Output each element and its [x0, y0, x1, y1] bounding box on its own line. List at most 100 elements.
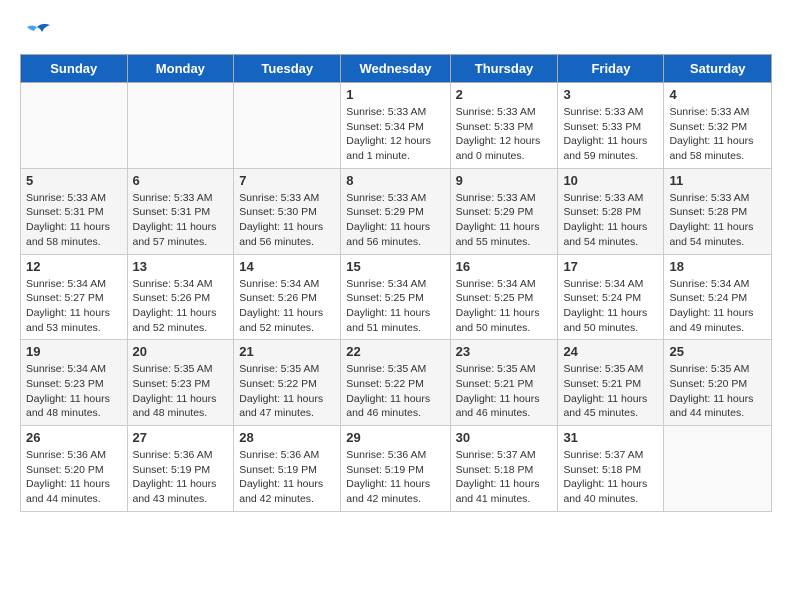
calendar-cell: 7 Sunrise: 5:33 AMSunset: 5:30 PMDaylight… — [234, 168, 341, 254]
calendar-cell: 16Sunrise: 5:34 AMSunset: 5:25 PMDayligh… — [450, 254, 558, 340]
calendar-cell: 17 Sunrise: 5:34 AMSunset: 5:24 PMDayligh… — [558, 254, 664, 340]
day-number: 9 — [456, 173, 553, 188]
header-row: Sunday Monday Tuesday Wednesday Thursday… — [21, 55, 772, 83]
day-info: Sunrise: 5:33 AMSunset: 5:29 PMDaylight:… — [456, 191, 553, 250]
calendar-cell: 10 Sunrise: 5:33 AMSunset: 5:28 PMDayligh… — [558, 168, 664, 254]
calendar-cell: 31 Sunrise: 5:37 AMSunset: 5:18 PMDayligh… — [558, 426, 664, 512]
calendar-cell: 13 Sunrise: 5:34 AMSunset: 5:26 PMDayligh… — [127, 254, 234, 340]
calendar-cell: 3 Sunrise: 5:33 AMSunset: 5:33 PMDaylight… — [558, 83, 664, 169]
calendar-cell: 25 Sunrise: 5:35 AMSunset: 5:20 PMDayligh… — [664, 340, 772, 426]
day-info: Sunrise: 5:34 AMSunset: 5:26 PMDaylight:… — [133, 277, 229, 336]
calendar-cell — [234, 83, 341, 169]
day-number: 22 — [346, 344, 444, 359]
day-info: Sunrise: 5:33 AMSunset: 5:28 PMDaylight:… — [669, 191, 766, 250]
calendar-week-2: 5 Sunrise: 5:33 AMSunset: 5:31 PMDaylight… — [21, 168, 772, 254]
calendar-cell — [664, 426, 772, 512]
day-number: 30 — [456, 430, 553, 445]
calendar-week-1: 1 Sunrise: 5:33 AMSunset: 5:34 PMDaylight… — [21, 83, 772, 169]
day-number: 11 — [669, 173, 766, 188]
day-number: 24 — [563, 344, 658, 359]
calendar-cell: 28 Sunrise: 5:36 AMSunset: 5:19 PMDayligh… — [234, 426, 341, 512]
day-info: Sunrise: 5:33 AMSunset: 5:28 PMDaylight:… — [563, 191, 658, 250]
calendar-cell: 19 Sunrise: 5:34 AMSunset: 5:23 PMDayligh… — [21, 340, 128, 426]
day-number: 29 — [346, 430, 444, 445]
col-wednesday: Wednesday — [341, 55, 450, 83]
day-info: Sunrise: 5:37 AMSunset: 5:18 PMDaylight:… — [563, 448, 658, 507]
calendar-cell: 24 Sunrise: 5:35 AMSunset: 5:21 PMDayligh… — [558, 340, 664, 426]
day-number: 31 — [563, 430, 658, 445]
day-info: Sunrise: 5:33 AMSunset: 5:33 PMDaylight:… — [563, 105, 658, 164]
calendar-cell: 22Sunrise: 5:35 AMSunset: 5:22 PMDayligh… — [341, 340, 450, 426]
day-number: 13 — [133, 259, 229, 274]
calendar-cell: 23 Sunrise: 5:35 AMSunset: 5:21 PMDayligh… — [450, 340, 558, 426]
day-number: 27 — [133, 430, 229, 445]
day-info: Sunrise: 5:35 AMSunset: 5:21 PMDaylight:… — [456, 362, 553, 421]
day-number: 1 — [346, 87, 444, 102]
day-info: Sunrise: 5:36 AMSunset: 5:20 PMDaylight:… — [26, 448, 122, 507]
day-number: 8 — [346, 173, 444, 188]
day-number: 2 — [456, 87, 553, 102]
day-number: 21 — [239, 344, 335, 359]
day-number: 4 — [669, 87, 766, 102]
day-number: 5 — [26, 173, 122, 188]
day-number: 17 — [563, 259, 658, 274]
calendar-body: 1 Sunrise: 5:33 AMSunset: 5:34 PMDaylight… — [21, 83, 772, 512]
day-number: 10 — [563, 173, 658, 188]
day-number: 28 — [239, 430, 335, 445]
col-saturday: Saturday — [664, 55, 772, 83]
day-info: Sunrise: 5:35 AMSunset: 5:21 PMDaylight:… — [563, 362, 658, 421]
day-info: Sunrise: 5:34 AMSunset: 5:24 PMDaylight:… — [669, 277, 766, 336]
calendar-cell: 4 Sunrise: 5:33 AMSunset: 5:32 PMDaylight… — [664, 83, 772, 169]
calendar-cell — [21, 83, 128, 169]
calendar-cell: 27 Sunrise: 5:36 AMSunset: 5:19 PMDayligh… — [127, 426, 234, 512]
calendar-cell: 6 Sunrise: 5:33 AMSunset: 5:31 PMDaylight… — [127, 168, 234, 254]
calendar-cell: 5 Sunrise: 5:33 AMSunset: 5:31 PMDaylight… — [21, 168, 128, 254]
day-number: 26 — [26, 430, 122, 445]
calendar-cell: 9 Sunrise: 5:33 AMSunset: 5:29 PMDaylight… — [450, 168, 558, 254]
calendar-table: Sunday Monday Tuesday Wednesday Thursday… — [20, 54, 772, 512]
day-number: 7 — [239, 173, 335, 188]
calendar-header: Sunday Monday Tuesday Wednesday Thursday… — [21, 55, 772, 83]
day-info: Sunrise: 5:33 AMSunset: 5:32 PMDaylight:… — [669, 105, 766, 164]
calendar-cell: 29Sunrise: 5:36 AMSunset: 5:19 PMDayligh… — [341, 426, 450, 512]
calendar-cell: 1 Sunrise: 5:33 AMSunset: 5:34 PMDaylight… — [341, 83, 450, 169]
calendar-cell: 30 Sunrise: 5:37 AMSunset: 5:18 PMDayligh… — [450, 426, 558, 512]
day-info: Sunrise: 5:35 AMSunset: 5:20 PMDaylight:… — [669, 362, 766, 421]
col-sunday: Sunday — [21, 55, 128, 83]
calendar-cell — [127, 83, 234, 169]
day-info: Sunrise: 5:34 AMSunset: 5:27 PMDaylight:… — [26, 277, 122, 336]
day-info: Sunrise: 5:36 AMSunset: 5:19 PMDaylight:… — [239, 448, 335, 507]
day-info: Sunrise: 5:35 AMSunset: 5:23 PMDaylight:… — [133, 362, 229, 421]
day-number: 14 — [239, 259, 335, 274]
day-info: Sunrise: 5:34 AMSunset: 5:24 PMDaylight:… — [563, 277, 658, 336]
day-info: Sunrise: 5:36 AMSunset: 5:19 PMDaylight:… — [133, 448, 229, 507]
calendar-week-5: 26 Sunrise: 5:36 AMSunset: 5:20 PMDayligh… — [21, 426, 772, 512]
day-info: Sunrise: 5:33 AMSunset: 5:33 PMDaylight:… — [456, 105, 553, 164]
day-number: 3 — [563, 87, 658, 102]
day-info: Sunrise: 5:33 AMSunset: 5:31 PMDaylight:… — [133, 191, 229, 250]
calendar-cell: 18Sunrise: 5:34 AMSunset: 5:24 PMDayligh… — [664, 254, 772, 340]
calendar-cell: 14Sunrise: 5:34 AMSunset: 5:26 PMDayligh… — [234, 254, 341, 340]
col-monday: Monday — [127, 55, 234, 83]
day-number: 6 — [133, 173, 229, 188]
day-info: Sunrise: 5:34 AMSunset: 5:23 PMDaylight:… — [26, 362, 122, 421]
day-number: 19 — [26, 344, 122, 359]
calendar-cell: 21Sunrise: 5:35 AMSunset: 5:22 PMDayligh… — [234, 340, 341, 426]
day-info: Sunrise: 5:33 AMSunset: 5:34 PMDaylight:… — [346, 105, 444, 164]
day-info: Sunrise: 5:34 AMSunset: 5:25 PMDaylight:… — [456, 277, 553, 336]
day-info: Sunrise: 5:33 AMSunset: 5:31 PMDaylight:… — [26, 191, 122, 250]
logo-bird-icon — [22, 20, 52, 44]
day-info: Sunrise: 5:34 AMSunset: 5:25 PMDaylight:… — [346, 277, 444, 336]
page-header — [20, 20, 772, 44]
day-info: Sunrise: 5:33 AMSunset: 5:30 PMDaylight:… — [239, 191, 335, 250]
day-info: Sunrise: 5:37 AMSunset: 5:18 PMDaylight:… — [456, 448, 553, 507]
calendar-cell: 8Sunrise: 5:33 AMSunset: 5:29 PMDaylight… — [341, 168, 450, 254]
calendar-cell: 26 Sunrise: 5:36 AMSunset: 5:20 PMDayligh… — [21, 426, 128, 512]
col-friday: Friday — [558, 55, 664, 83]
day-number: 20 — [133, 344, 229, 359]
calendar-cell: 12Sunrise: 5:34 AMSunset: 5:27 PMDayligh… — [21, 254, 128, 340]
day-number: 15 — [346, 259, 444, 274]
day-number: 23 — [456, 344, 553, 359]
day-number: 25 — [669, 344, 766, 359]
calendar-cell: 11 Sunrise: 5:33 AMSunset: 5:28 PMDayligh… — [664, 168, 772, 254]
